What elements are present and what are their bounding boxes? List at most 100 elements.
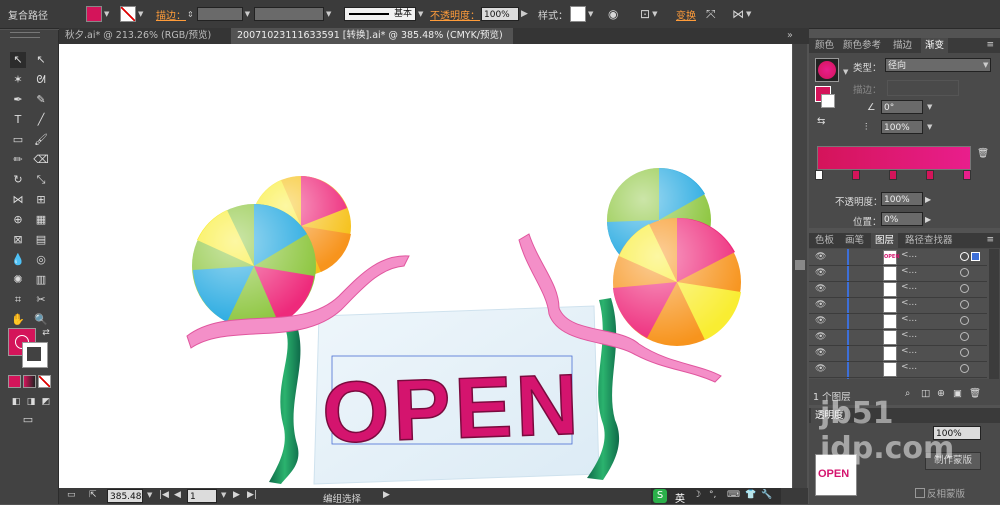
tab-swatches[interactable]: 色板	[811, 233, 838, 248]
stroke-gradient-buttons[interactable]	[887, 80, 959, 96]
artboard-tool-icon[interactable]: ⌗	[10, 292, 26, 308]
transform-link[interactable]: 变换	[676, 0, 696, 28]
punctuation-icon[interactable]: °,	[709, 490, 716, 500]
tab-label[interactable]: 20071023111633591 [转换].ai* @ 385.48% (CM…	[237, 30, 503, 41]
transform-each-button[interactable]: ⤧	[706, 0, 716, 28]
chevron-right-icon[interactable]: ▶	[383, 490, 390, 500]
target-ring-icon[interactable]	[960, 348, 969, 357]
scroll-thumb[interactable]	[795, 260, 805, 270]
layer-row[interactable]: 👁 <...	[809, 297, 987, 314]
layer-name[interactable]: <...	[901, 250, 917, 260]
eye-icon[interactable]: 👁	[815, 252, 826, 262]
layer-row[interactable]: 👁 <...	[809, 281, 987, 298]
opacity-label[interactable]: 不透明度：	[430, 0, 480, 28]
eye-icon[interactable]: 👁	[815, 300, 826, 310]
tab-color-guide[interactable]: 颜色参考	[839, 38, 885, 53]
target-ring-icon[interactable]	[960, 268, 969, 277]
open-sign-text[interactable]: OPEN	[320, 356, 584, 463]
gradient-stop-2[interactable]	[852, 170, 860, 180]
draw-inside-icon[interactable]: ◩	[38, 394, 54, 410]
tab-layers[interactable]: 图层	[871, 233, 899, 248]
chevron-down-icon[interactable]: ▼	[843, 68, 851, 76]
layer-name[interactable]: <...	[901, 362, 917, 372]
stroke-weight-stepper[interactable]: ⇕ ▼	[187, 0, 253, 28]
isolate-icon[interactable]: ⋈	[732, 7, 744, 21]
rotate-tool-icon[interactable]: ↻	[10, 172, 26, 188]
brush-preview[interactable]: 基本	[344, 7, 416, 21]
shirt-icon[interactable]: 👕	[745, 490, 756, 500]
chevron-right-icon[interactable]: ▶	[521, 9, 528, 19]
scale-tool-icon[interactable]: ⤡	[33, 172, 49, 188]
layer-name[interactable]: <...	[901, 266, 917, 276]
lasso-tool-icon[interactable]: ᘛ	[33, 72, 49, 88]
tab-overflow-button[interactable]: »	[787, 28, 801, 44]
invert-mask-checkbox[interactable]	[915, 488, 925, 498]
layer-row[interactable]: 👁 <...	[809, 345, 987, 362]
screen-mode-icon[interactable]: ▭	[20, 412, 36, 428]
stop-location-field[interactable]: 0%	[881, 212, 923, 226]
stroke-weight-field[interactable]	[196, 7, 243, 21]
chevron-down-icon[interactable]: ▼	[147, 491, 155, 499]
fill-swatch[interactable]	[86, 6, 102, 22]
reverse-gradient-icon[interactable]: ⇆	[817, 116, 825, 127]
hand-tool-icon[interactable]: ✋	[10, 312, 26, 328]
panel-menu-icon[interactable]: ≡	[986, 40, 994, 50]
free-transform-tool-icon[interactable]: ⊞	[33, 192, 49, 208]
magic-wand-tool-icon[interactable]: ✶	[10, 72, 26, 88]
none-mode-button[interactable]	[38, 375, 51, 388]
chevron-right-icon[interactable]: ▶	[925, 215, 931, 224]
layer-name[interactable]: <...	[901, 282, 917, 292]
artwork[interactable]: OPEN	[59, 44, 792, 488]
export-icon[interactable]: ⇱	[89, 490, 97, 500]
chevron-down-icon[interactable]: ▼	[652, 10, 660, 18]
chevron-right-icon[interactable]: ▶	[925, 195, 931, 204]
symbol-sprayer-tool-icon[interactable]: ✺	[10, 272, 26, 288]
brush-definition[interactable]: 基本 ▼	[344, 0, 426, 28]
eye-icon[interactable]: 👁	[815, 364, 826, 374]
keyboard-icon[interactable]: ⌨	[727, 490, 740, 500]
pen-tool-icon[interactable]: ✒	[10, 92, 26, 108]
blend-tool-icon[interactable]: ◎	[33, 252, 49, 268]
opacity-field[interactable]: 100%	[481, 7, 519, 21]
slice-tool-icon[interactable]: ✂	[33, 292, 49, 308]
pencil-tool-icon[interactable]: ✏	[10, 152, 26, 168]
stroke-none-swatch[interactable]	[120, 6, 136, 22]
align-button[interactable]: ⊡ ▼	[640, 0, 660, 28]
target-ring-icon[interactable]	[960, 252, 969, 261]
perspective-grid-tool-icon[interactable]: ▦	[33, 212, 49, 228]
stroke-label[interactable]: 描边：	[156, 0, 186, 28]
variable-width-profile[interactable]: ▼	[254, 0, 334, 28]
tab-document-2[interactable]: 20071023111633591 [转换].ai* @ 385.48% (CM…	[231, 28, 513, 57]
column-graph-tool-icon[interactable]: ▥	[33, 272, 49, 288]
target-ring-icon[interactable]	[960, 316, 969, 325]
stepper-icon[interactable]: ⇕	[187, 10, 194, 19]
shape-builder-tool-icon[interactable]: ⊕	[10, 212, 26, 228]
chevron-down-icon[interactable]: ▼	[746, 10, 754, 18]
eye-icon[interactable]: 👁	[815, 268, 826, 278]
tab-stroke[interactable]: 描边	[889, 38, 916, 53]
artboard-number-field[interactable]: 1	[187, 489, 217, 503]
chevron-down-icon[interactable]: ▼	[927, 123, 935, 131]
toolbar-grip[interactable]	[10, 32, 40, 38]
eye-icon[interactable]: 👁	[815, 332, 826, 342]
layer-row[interactable]: 👁 <...	[809, 361, 987, 378]
chevron-down-icon[interactable]: ▼	[245, 10, 253, 18]
draw-normal-icon[interactable]: ◧	[8, 394, 24, 410]
eye-icon[interactable]: 👁	[815, 284, 826, 294]
gradient-tool-icon[interactable]: ▤	[33, 232, 49, 248]
layer-row[interactable]: 👁 <...	[809, 265, 987, 282]
graphic-style-control[interactable]: ▼	[570, 0, 596, 28]
ime-toolbar[interactable]: S 英 ☽ °, ⌨ 👕 🔧	[651, 488, 781, 505]
opacity-control[interactable]: 100% ▶	[481, 0, 528, 28]
aspect-ratio-field[interactable]: 100%	[881, 120, 923, 134]
layers-scrollbar[interactable]	[989, 249, 999, 379]
gradient-type-select[interactable]: 径向	[885, 58, 991, 72]
stroke-mini-swatch[interactable]	[821, 94, 835, 108]
chevron-down-icon[interactable]: ▼	[221, 491, 229, 499]
stroke-label-text[interactable]: 描边：	[156, 7, 186, 22]
layer-name[interactable]: <...	[901, 314, 917, 324]
align-icon[interactable]: ⊡	[640, 7, 650, 21]
curvature-tool-icon[interactable]: ✎	[33, 92, 49, 108]
layer-row[interactable]: 👁 <...	[809, 329, 987, 346]
ime-mode-icon[interactable]: 英	[675, 490, 685, 505]
